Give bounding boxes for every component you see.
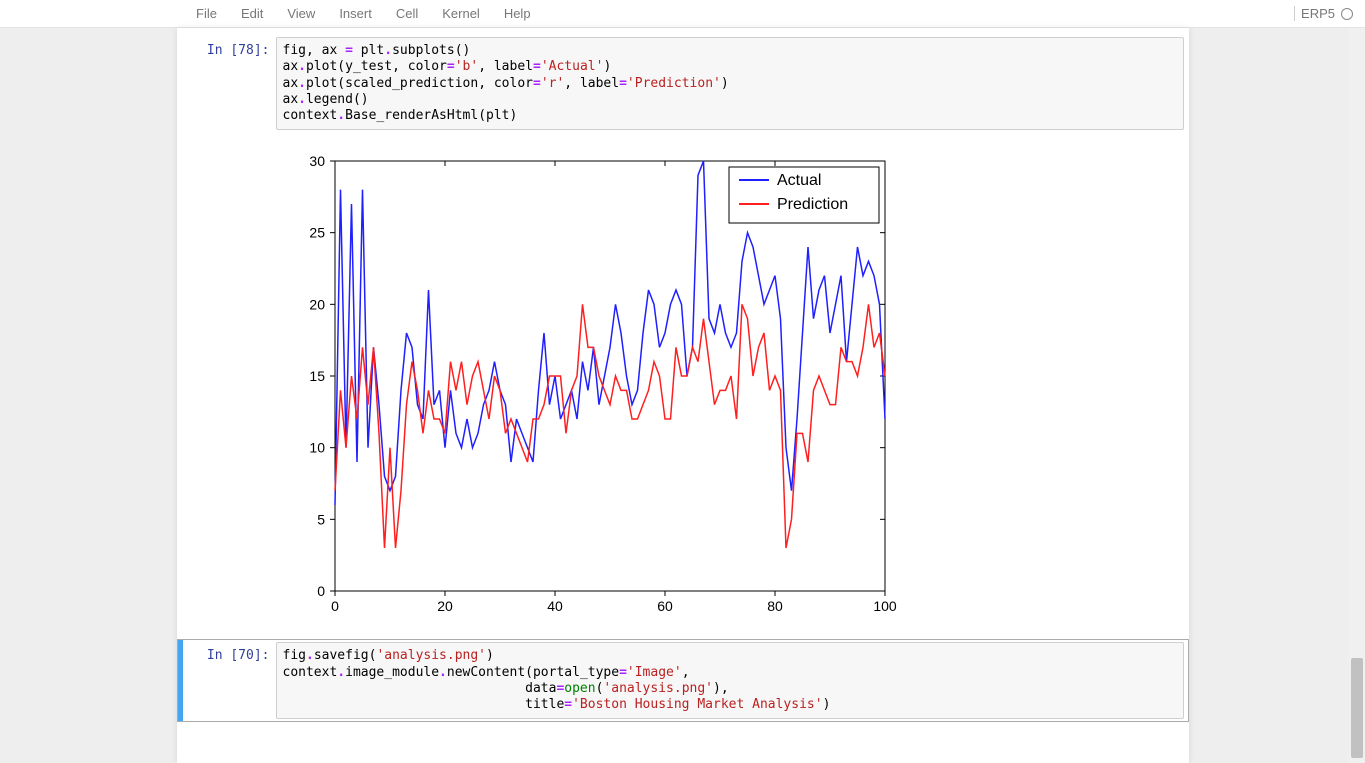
svg-text:25: 25 bbox=[309, 225, 325, 241]
kernel-name: ERP5 bbox=[1301, 6, 1335, 21]
svg-text:15: 15 bbox=[309, 368, 325, 384]
menu-edit[interactable]: Edit bbox=[229, 2, 275, 25]
notebook-container[interactable]: In [78]: fig, ax = plt.subplots() ax.plo… bbox=[177, 28, 1189, 763]
svg-text:10: 10 bbox=[309, 440, 325, 456]
kernel-indicator: ERP5 bbox=[1294, 6, 1353, 21]
code-cell[interactable]: In [78]: fig, ax = plt.subplots() ax.plo… bbox=[177, 34, 1189, 133]
svg-text:60: 60 bbox=[657, 598, 673, 614]
menu-cell[interactable]: Cell bbox=[384, 2, 430, 25]
menubar: FileEditViewInsertCellKernelHelp ERP5 bbox=[0, 0, 1365, 28]
input-prompt: In [78]: bbox=[182, 37, 276, 130]
scrollbar[interactable] bbox=[1349, 28, 1365, 763]
code-input[interactable]: fig, ax = plt.subplots() ax.plot(y_test,… bbox=[276, 37, 1184, 130]
menu-insert[interactable]: Insert bbox=[327, 2, 384, 25]
input-prompt: In [70]: bbox=[182, 642, 276, 719]
code-input[interactable]: fig.savefig('analysis.png') context.imag… bbox=[276, 642, 1184, 719]
svg-text:40: 40 bbox=[547, 598, 563, 614]
svg-text:20: 20 bbox=[437, 598, 453, 614]
menu-file[interactable]: File bbox=[184, 2, 229, 25]
svg-text:0: 0 bbox=[317, 583, 325, 599]
svg-text:5: 5 bbox=[317, 512, 325, 528]
line-chart: 0 20 40 60 80 100 0 5 10 15 20 25 30 Actual Prediction bbox=[275, 141, 1189, 631]
scrollbar-thumb[interactable] bbox=[1351, 658, 1363, 758]
code-cell[interactable]: In [70]: fig.savefig('analysis.png') con… bbox=[177, 639, 1189, 722]
svg-text:Prediction: Prediction bbox=[777, 196, 848, 213]
menu-view[interactable]: View bbox=[275, 2, 327, 25]
svg-text:80: 80 bbox=[767, 598, 783, 614]
menu-help[interactable]: Help bbox=[492, 2, 543, 25]
svg-text:20: 20 bbox=[309, 297, 325, 313]
cell-output: 0 20 40 60 80 100 0 5 10 15 20 25 30 Actual Prediction bbox=[177, 135, 1189, 637]
svg-text:100: 100 bbox=[873, 598, 897, 614]
svg-text:30: 30 bbox=[309, 153, 325, 169]
menu-kernel[interactable]: Kernel bbox=[430, 2, 492, 25]
svg-text:0: 0 bbox=[331, 598, 339, 614]
svg-text:Actual: Actual bbox=[777, 172, 821, 189]
kernel-idle-icon bbox=[1341, 8, 1353, 20]
